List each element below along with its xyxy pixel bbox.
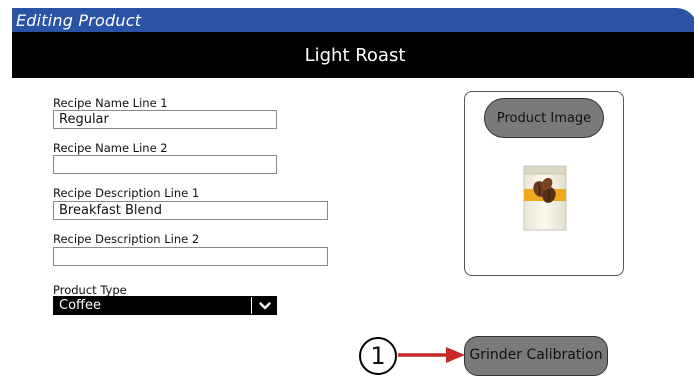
product-image-button[interactable]: Product Image [484, 98, 604, 138]
arrow-right-icon [398, 347, 465, 363]
recipe-name-line2-input[interactable] [53, 155, 277, 174]
recipe-name-line2-label: Recipe Name Line 2 [53, 141, 168, 155]
recipe-name-line1-input[interactable]: Regular [53, 110, 277, 129]
grinder-calibration-button[interactable]: Grinder Calibration [464, 336, 608, 376]
window-title: Editing Product [16, 11, 142, 30]
product-type-label: Product Type [53, 283, 127, 297]
recipe-desc-line2-label: Recipe Description Line 2 [53, 232, 200, 246]
product-name: Light Roast [304, 44, 406, 66]
recipe-desc-line2-input[interactable] [53, 247, 328, 266]
recipe-name-line1-label: Recipe Name Line 1 [53, 96, 168, 110]
product-name-header: Light Roast [12, 32, 694, 78]
product-type-select[interactable]: Coffee [53, 296, 277, 315]
recipe-desc-line1-label: Recipe Description Line 1 [53, 186, 200, 200]
coffee-package-icon [523, 165, 567, 235]
chevron-down-icon[interactable] [251, 297, 277, 314]
recipe-desc-line1-input[interactable]: Breakfast Blend [53, 201, 328, 220]
window-title-bar: Editing Product [12, 8, 694, 32]
callout-number: 1 [359, 337, 397, 375]
product-type-value: Coffee [59, 298, 101, 313]
